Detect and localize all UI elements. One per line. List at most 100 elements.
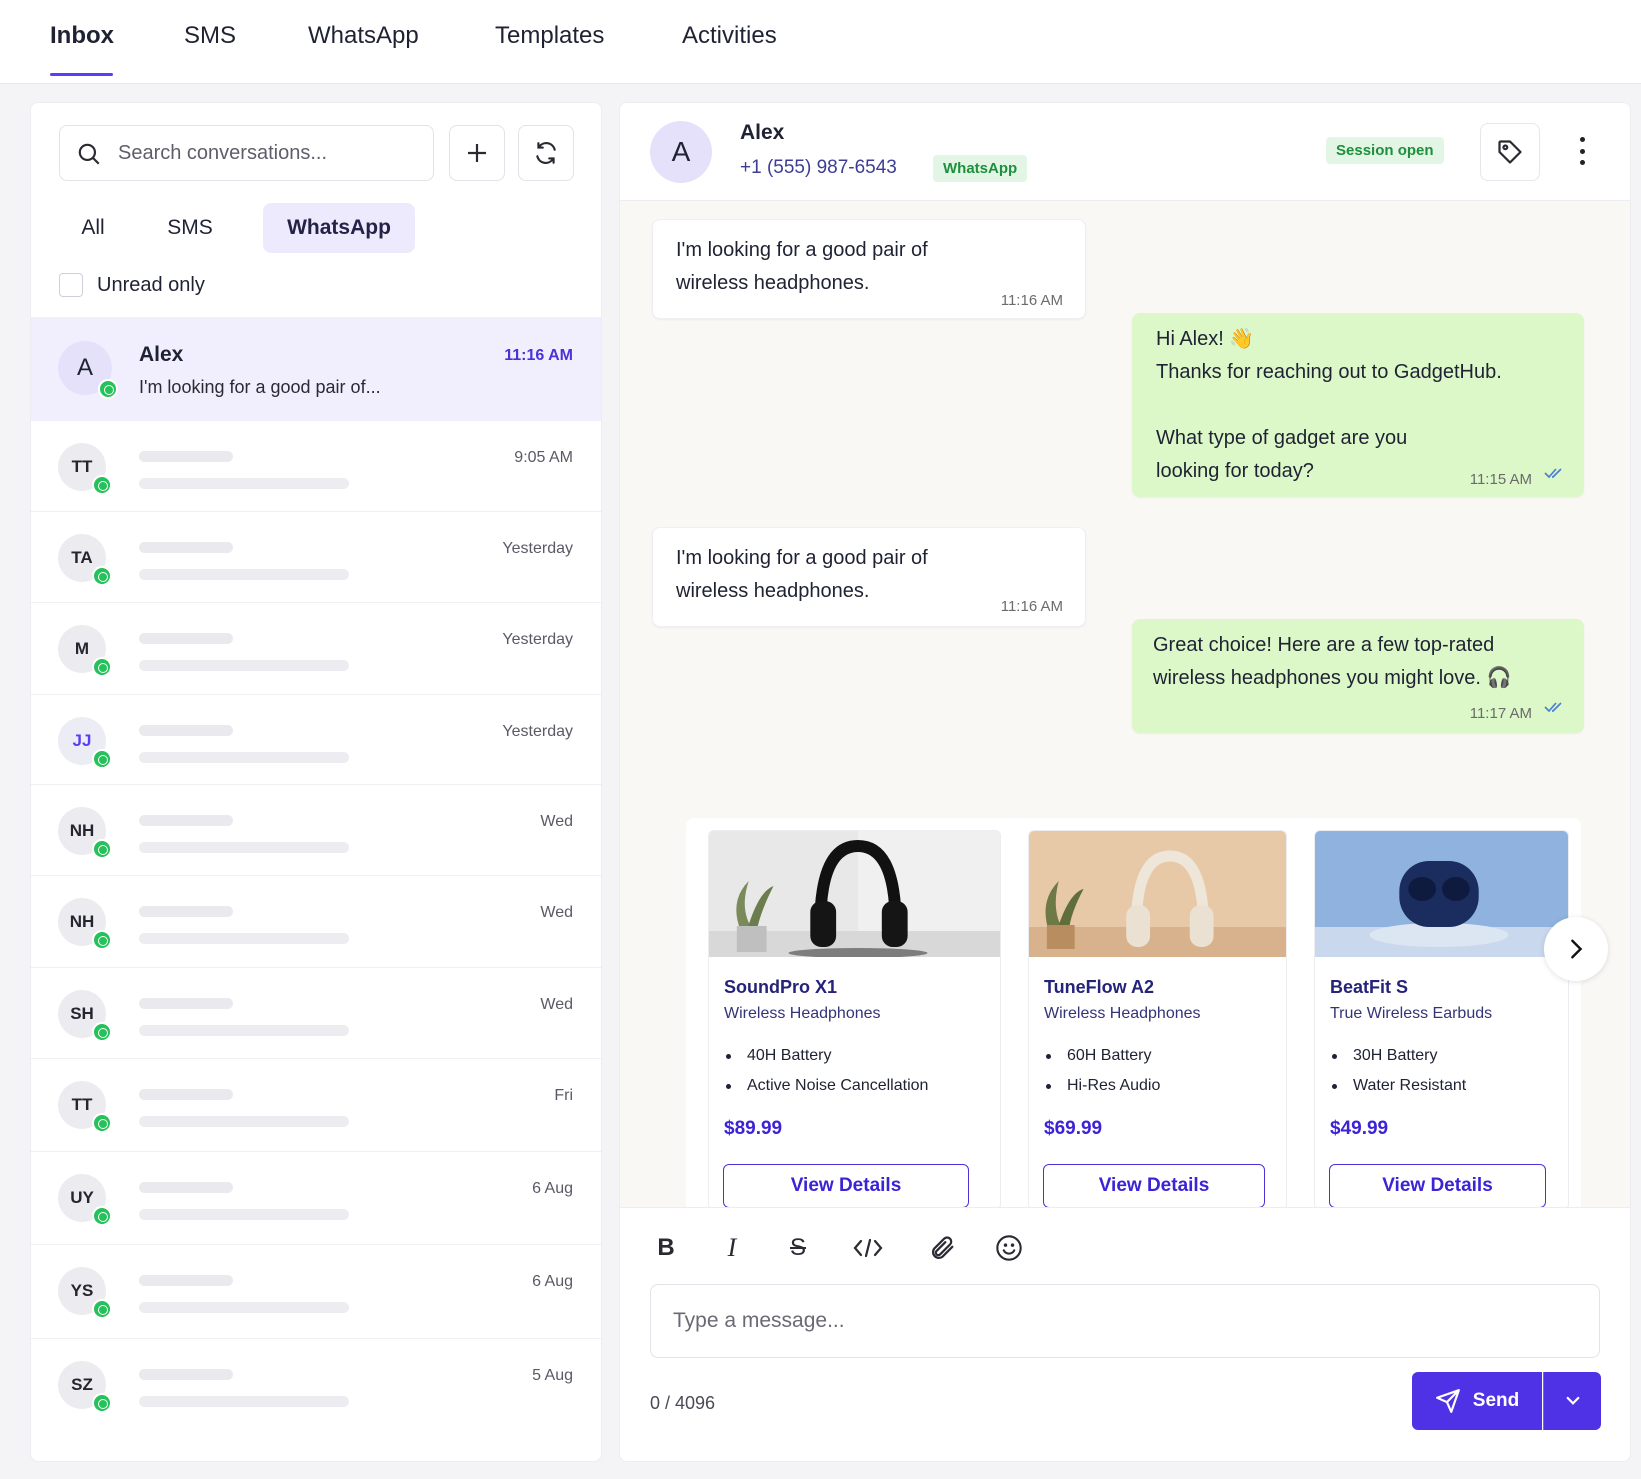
- emoji-button[interactable]: [989, 1228, 1029, 1268]
- unread-only-toggle[interactable]: Unread only: [59, 273, 205, 297]
- top-navigation: Inbox SMS WhatsApp Templates Activities: [0, 0, 1641, 84]
- paperclip-icon: [931, 1236, 954, 1260]
- view-details-button[interactable]: View Details: [1043, 1164, 1265, 1208]
- whatsapp-icon: [92, 566, 112, 586]
- conversation-time: 11:16 AM: [504, 347, 573, 364]
- search-icon: [78, 143, 100, 165]
- whatsapp-icon: [92, 749, 112, 769]
- refresh-button[interactable]: [518, 125, 574, 181]
- send-button[interactable]: Send: [1412, 1372, 1542, 1430]
- code-button[interactable]: [848, 1228, 888, 1268]
- list-item[interactable]: NH Wed: [31, 785, 601, 876]
- contact-phone: +1 (555) 987-6543: [740, 157, 897, 178]
- message-time: 11:16 AM: [1000, 598, 1063, 615]
- unread-checkbox[interactable]: [59, 273, 83, 297]
- product-carousel: SoundPro X1 Wireless Headphones 40H Batt…: [686, 818, 1581, 1226]
- conversation-name: Alex: [139, 343, 184, 366]
- message-thread: I'm looking for a good pair of wireless …: [620, 201, 1630, 1226]
- filter-whatsapp[interactable]: WhatsApp: [263, 203, 415, 253]
- session-status-badge: Session open: [1326, 137, 1444, 164]
- list-item[interactable]: TT Fri: [31, 1059, 601, 1152]
- whatsapp-icon: [92, 657, 112, 677]
- feature-item: Hi-Res Audio: [1044, 1071, 1160, 1101]
- loading-placeholder: [139, 1369, 233, 1380]
- avatar: TT: [58, 1081, 112, 1133]
- message-composer: B I S 0 / 4096 Send: [620, 1207, 1630, 1461]
- message-text: I'm looking for a good pair of wireless …: [676, 547, 928, 602]
- incoming-message: I'm looking for a good pair of wireless …: [652, 527, 1086, 627]
- avatar: SZ: [58, 1361, 112, 1413]
- more-options-button[interactable]: [1575, 133, 1589, 169]
- new-conversation-button[interactable]: [449, 125, 505, 181]
- send-options-button[interactable]: [1543, 1372, 1601, 1430]
- loading-placeholder: [139, 1275, 233, 1286]
- product-price: $49.99: [1330, 1118, 1389, 1139]
- avatar: YS: [58, 1267, 112, 1319]
- list-item[interactable]: NH Wed: [31, 876, 601, 968]
- whatsapp-icon: [92, 475, 112, 495]
- attach-button[interactable]: [923, 1228, 963, 1268]
- avatar: SH: [58, 990, 112, 1042]
- plus-icon: [468, 144, 486, 162]
- tab-whatsapp[interactable]: WhatsApp: [308, 22, 419, 50]
- conversation-item-alex[interactable]: A Alex I'm looking for a good pair of...…: [31, 317, 601, 421]
- list-item[interactable]: TA Yesterday: [31, 512, 601, 603]
- conversation-time: Yesterday: [502, 723, 573, 740]
- tab-templates[interactable]: Templates: [495, 22, 604, 50]
- filter-sms[interactable]: SMS: [151, 203, 229, 253]
- incoming-message: I'm looking for a good pair of wireless …: [652, 219, 1086, 319]
- unread-label: Unread only: [97, 273, 205, 296]
- loading-placeholder: [139, 815, 233, 826]
- list-item[interactable]: UY 6 Aug: [31, 1152, 601, 1245]
- filter-all[interactable]: All: [69, 203, 117, 253]
- whatsapp-icon: [92, 1022, 112, 1042]
- active-tab-indicator: [50, 73, 113, 76]
- bold-button[interactable]: B: [646, 1228, 686, 1268]
- tag-icon: [1498, 140, 1522, 164]
- whatsapp-icon: [92, 839, 112, 859]
- contact-name: Alex: [740, 121, 785, 144]
- product-subtitle: Wireless Headphones: [1044, 1005, 1201, 1022]
- italic-button[interactable]: I: [712, 1228, 752, 1268]
- loading-placeholder: [139, 542, 233, 553]
- message-time: 11:17 AM: [1469, 705, 1532, 722]
- whatsapp-icon: [92, 1113, 112, 1133]
- chat-header: A Alex +1 (555) 987-6543 WhatsApp Sessio…: [620, 103, 1630, 201]
- view-details-button[interactable]: View Details: [1329, 1164, 1546, 1208]
- list-item[interactable]: TT 9:05 AM: [31, 421, 601, 512]
- carousel-next-button[interactable]: [1544, 917, 1608, 981]
- tag-button[interactable]: [1480, 123, 1540, 181]
- product-name: TuneFlow A2: [1044, 977, 1154, 997]
- loading-placeholder: [139, 633, 233, 644]
- send-label: Send: [1472, 1390, 1520, 1411]
- list-item[interactable]: SH Wed: [31, 968, 601, 1059]
- conversation-time: Yesterday: [502, 631, 573, 648]
- list-item[interactable]: YS 6 Aug: [31, 1245, 601, 1339]
- product-name: SoundPro X1: [724, 977, 838, 997]
- conversation-time: 6 Aug: [532, 1273, 573, 1290]
- tab-activities[interactable]: Activities: [682, 22, 777, 50]
- loading-placeholder: [139, 1302, 349, 1313]
- list-item[interactable]: M Yesterday: [31, 603, 601, 695]
- loading-placeholder: [139, 660, 349, 671]
- product-name: BeatFit S: [1330, 977, 1409, 997]
- avatar: A: [58, 341, 118, 399]
- feature-item: 60H Battery: [1044, 1041, 1160, 1071]
- feature-item: Active Noise Cancellation: [724, 1071, 928, 1101]
- contact-avatar: A: [650, 121, 712, 183]
- conversation-time: Wed: [540, 996, 573, 1013]
- outgoing-message: Hi Alex! 👋 Thanks for reaching out to Ga…: [1132, 313, 1584, 497]
- product-card-tuneflow-a2: TuneFlow A2 Wireless Headphones 60H Batt…: [1028, 830, 1287, 1210]
- list-item[interactable]: JJ Yesterday: [31, 695, 601, 785]
- view-details-button[interactable]: View Details: [723, 1164, 969, 1208]
- chevron-down-icon: [1566, 1396, 1579, 1405]
- bold-icon: B: [657, 1234, 675, 1261]
- loading-placeholder: [139, 998, 233, 1009]
- strikethrough-button[interactable]: S: [778, 1228, 818, 1268]
- message-time: 11:16 AM: [1000, 292, 1063, 309]
- tab-sms[interactable]: SMS: [184, 22, 236, 50]
- message-input[interactable]: [650, 1284, 1600, 1358]
- list-item[interactable]: SZ 5 Aug: [31, 1339, 601, 1433]
- tab-inbox[interactable]: Inbox: [50, 22, 114, 50]
- search-input[interactable]: [118, 126, 418, 180]
